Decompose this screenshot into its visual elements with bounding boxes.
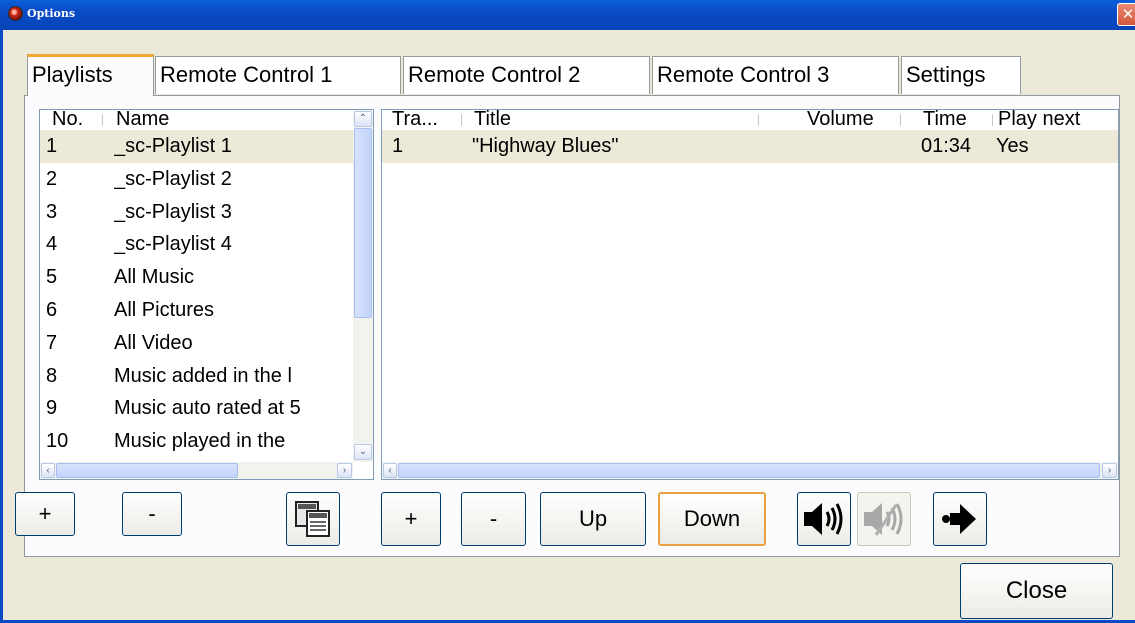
scroll-thumb[interactable] — [398, 463, 1100, 478]
playlist-name: _sc-Playlist 2 — [114, 167, 232, 190]
column-header-time[interactable]: Time — [923, 110, 967, 131]
playlist-number: 6 — [46, 299, 58, 321]
speaker-on-icon — [804, 503, 843, 535]
move-down-button[interactable]: Down — [658, 492, 766, 546]
scroll-right-button[interactable]: › — [1102, 463, 1117, 478]
window-title: Options — [27, 7, 76, 20]
list-item[interactable]: 2 _sc-Playlist 2 — [40, 163, 353, 196]
add-track-button[interactable]: + — [381, 492, 441, 546]
list-item[interactable]: 8 Music added in the l — [40, 360, 353, 393]
table-row[interactable]: 1 "Highway Blues" 01:34 Yes — [382, 130, 1118, 163]
remove-track-button[interactable]: - — [461, 492, 526, 546]
playlists-header: No. Name — [40, 110, 373, 130]
track-play-next: Yes — [996, 135, 1029, 157]
column-header-volume[interactable]: Volume — [807, 110, 874, 131]
list-item[interactable]: 1 _sc-Playlist 1 — [40, 130, 353, 163]
column-divider[interactable] — [102, 114, 103, 126]
playlist-name: Music auto rated at 5 — [114, 397, 301, 420]
playlist-name: All Video — [114, 331, 193, 354]
list-item[interactable]: 3 _sc-Playlist 3 — [40, 196, 353, 229]
scroll-right-button[interactable]: › — [337, 463, 352, 478]
playlists-horizontal-scrollbar[interactable]: ‹ › — [40, 462, 353, 479]
column-header-no[interactable]: No. — [52, 110, 83, 131]
speaker-on-button[interactable] — [797, 492, 851, 546]
track-number: 1 — [392, 135, 404, 157]
copy-icon — [295, 501, 330, 537]
tab-panel-playlists: No. Name 1 _sc-Playlist 1 2 _sc-Playlist 2 3… — [24, 95, 1120, 557]
list-item[interactable]: 9 Music auto rated at 5 — [40, 392, 353, 425]
playlist-name: All Music — [114, 266, 195, 289]
playlist-number: 7 — [46, 331, 58, 354]
list-item[interactable]: 6 All Pictures — [40, 294, 353, 327]
remove-playlist-button[interactable]: - — [122, 492, 182, 536]
tracks-horizontal-scrollbar[interactable]: ‹ › — [382, 462, 1118, 479]
column-header-name[interactable]: Name — [116, 110, 169, 131]
tab-remote-control-2[interactable]: Remote Control 2 — [403, 56, 650, 94]
play-next-button[interactable] — [933, 492, 987, 546]
column-divider[interactable] — [992, 114, 993, 126]
playlist-number: 9 — [46, 397, 58, 420]
copy-playlist-button[interactable] — [286, 492, 340, 546]
speaker-muted-icon — [864, 503, 903, 536]
app-icon — [8, 6, 23, 21]
playlist-name: Music added in the l — [114, 364, 292, 387]
list-item[interactable]: 7 All Video — [40, 327, 353, 360]
list-item[interactable]: 10 Music played in the — [40, 425, 353, 458]
tab-remote-control-1[interactable]: Remote Control 1 — [155, 56, 401, 94]
track-title: "Highway Blues" — [472, 135, 619, 157]
column-divider[interactable] — [758, 114, 759, 126]
playlist-number: 3 — [46, 200, 58, 223]
playlist-number: 10 — [46, 430, 69, 453]
scroll-left-button[interactable]: ‹ — [41, 463, 55, 478]
tab-playlists[interactable]: Playlists — [27, 54, 154, 96]
playlists-list[interactable]: No. Name 1 _sc-Playlist 1 2 _sc-Playlist 2 3… — [39, 109, 374, 480]
window-close-button[interactable]: ✕ — [1117, 3, 1135, 26]
column-header-track[interactable]: Tra... — [392, 110, 438, 131]
scroll-up-button[interactable]: ⌃ — [354, 111, 372, 127]
playlist-number: 2 — [46, 167, 58, 190]
column-header-title[interactable]: Title — [474, 110, 511, 131]
playlist-name: _sc-Playlist 1 — [114, 135, 232, 157]
play-next-icon — [942, 504, 976, 534]
playlist-number: 8 — [46, 364, 58, 387]
track-time: 01:34 — [921, 135, 972, 157]
move-up-button[interactable]: Up — [540, 492, 646, 546]
playlist-name: All Pictures — [114, 299, 215, 321]
column-divider[interactable] — [900, 114, 901, 126]
tracks-list[interactable]: Tra... Title Volume Time Play next 1 "Hi… — [381, 109, 1119, 480]
scroll-thumb[interactable] — [354, 128, 372, 318]
tracks-header: Tra... Title Volume Time Play next — [382, 110, 1118, 130]
list-item[interactable]: 5 All Music — [40, 261, 353, 294]
scroll-left-button[interactable]: ‹ — [383, 463, 397, 478]
playlist-number: 4 — [46, 233, 58, 256]
tab-remote-control-3[interactable]: Remote Control 3 — [652, 56, 899, 94]
playlist-name: _sc-Playlist 3 — [114, 200, 232, 223]
playlist-number: 1 — [46, 135, 58, 157]
playlist-name: Music played in the — [114, 430, 286, 453]
add-playlist-button[interactable]: + — [15, 492, 75, 536]
close-button[interactable]: Close — [960, 563, 1113, 619]
playlist-number: 5 — [46, 266, 58, 289]
title-bar[interactable]: Options ✕ — [0, 0, 1135, 30]
column-header-play-next[interactable]: Play next — [998, 110, 1080, 131]
list-item[interactable]: 4 _sc-Playlist 4 — [40, 228, 353, 261]
scroll-down-button[interactable]: ⌄ — [354, 444, 372, 460]
mute-button[interactable] — [857, 492, 911, 546]
scroll-thumb[interactable] — [56, 463, 238, 478]
tab-settings[interactable]: Settings — [901, 56, 1021, 94]
column-divider[interactable] — [461, 114, 462, 126]
playlist-name: _sc-Playlist 4 — [114, 233, 232, 256]
playlists-vertical-scrollbar[interactable]: ⌃ ⌄ — [353, 110, 373, 462]
